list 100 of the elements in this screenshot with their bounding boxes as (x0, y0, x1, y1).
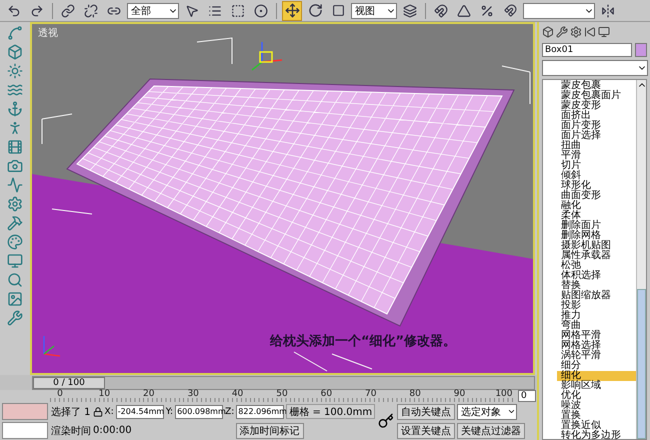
palette-icon[interactable] (7, 234, 23, 250)
image-icon[interactable] (7, 291, 23, 307)
modifier-list-dropdown[interactable] (542, 60, 648, 76)
object-color-swatch[interactable] (635, 43, 647, 57)
object-name-field[interactable]: Box01 (542, 43, 632, 57)
auto-key-button[interactable]: 自动关键点 (397, 404, 456, 420)
modifier-list-item[interactable]: 投影 (557, 301, 636, 311)
current-frame-field[interactable]: 0 (518, 390, 536, 402)
waves-icon[interactable] (7, 82, 23, 98)
film-icon[interactable] (7, 139, 23, 155)
modifier-list-item[interactable]: 倾斜 (557, 171, 636, 181)
skip-back-icon[interactable] (584, 26, 596, 38)
lock-icon[interactable] (92, 406, 103, 416)
camera-icon[interactable] (7, 158, 23, 174)
key-filters-button[interactable]: 关键点过滤器 (457, 422, 526, 438)
named-selection-dropdown[interactable] (523, 2, 595, 18)
create-tab-icon[interactable] (542, 26, 554, 38)
modifier-list-item[interactable]: 影响区域 (557, 381, 636, 391)
add-time-tag-button[interactable]: 添加时间标记 (236, 422, 304, 438)
z-coordinate-field[interactable]: 822.096mm (236, 404, 284, 418)
script-listener-field[interactable] (2, 403, 48, 420)
link-icon (61, 4, 75, 18)
tick-label: 10 (98, 390, 112, 401)
tick-label: 20 (142, 390, 156, 401)
render-time-label: 渲染时间 (51, 424, 91, 438)
modifier-list-item[interactable]: 曲面变形 (557, 191, 636, 201)
layers-icon (403, 4, 417, 18)
modifier-list-item[interactable]: 球形化 (557, 181, 636, 191)
modifier-list-item[interactable]: 柔体 (557, 211, 636, 221)
redo-icon (30, 4, 44, 18)
modifier-list-item[interactable]: 置换 (557, 411, 636, 421)
x-label: X: (104, 406, 114, 416)
selection-count: 选择了 1 (51, 406, 91, 418)
magnet-icon (434, 4, 448, 18)
monitor-icon[interactable] (7, 253, 23, 269)
y-label: Y: (166, 406, 174, 416)
tick-label: 50 (275, 390, 289, 401)
set-key-button[interactable]: 设置关键点 (397, 422, 456, 438)
modifier-list-item[interactable]: 弯曲 (557, 321, 636, 331)
modifier-list-item[interactable]: 蒙皮变形 (557, 101, 636, 111)
modifier-list-item[interactable]: 摄影机贴图 (557, 241, 636, 251)
hammer-icon[interactable] (7, 215, 23, 231)
anchor-icon[interactable] (7, 101, 23, 117)
modifier-list-item[interactable]: 删除网格 (557, 231, 636, 241)
unlink-icon (84, 4, 98, 18)
time-slider-thumb[interactable]: 0 / 100 (33, 376, 105, 388)
modifier-list-item[interactable]: 细分 (557, 361, 636, 371)
modifier-list-item[interactable]: 蒙皮包裹面片 (557, 91, 636, 101)
modifier-list-item[interactable]: 优化 (557, 391, 636, 401)
search-icon[interactable] (7, 272, 23, 288)
modify-tab-icon[interactable] (556, 26, 568, 38)
perspective-viewport[interactable]: 透视 给枕头添加一个“细化”修改器。 (30, 22, 535, 375)
modifier-list-item[interactable]: 切片 (557, 161, 636, 171)
reference-coord-dropdown[interactable]: 视图 (351, 2, 397, 18)
sun-icon[interactable] (7, 63, 23, 79)
modifier-list-item[interactable]: 删除面片 (557, 221, 636, 231)
modifier-list-item[interactable]: 推力 (557, 311, 636, 321)
grid-size-readout: 栅格 = 100.0mm (286, 404, 376, 419)
move-icon (284, 3, 300, 18)
key-mode-dropdown[interactable]: 选定对象 (457, 404, 518, 420)
modifier-list-item[interactable]: 面片变形 (557, 121, 636, 131)
box-icon[interactable] (7, 44, 23, 60)
cursor-icon (185, 4, 199, 18)
transform-tool-button[interactable] (282, 0, 302, 20)
modifier-list-item[interactable]: 松弛 (557, 261, 636, 271)
transform-gizmo-icon (252, 42, 282, 71)
modifier-list-item[interactable]: 面挤出 (557, 111, 636, 121)
pulse-icon[interactable] (7, 177, 23, 193)
tick-label: 40 (230, 390, 244, 401)
modifier-list-item[interactable]: 网格选择 (557, 341, 636, 351)
x-coordinate-field[interactable]: -204.54mm (116, 404, 164, 418)
modifier-list-item[interactable]: 体积选择 (557, 271, 636, 281)
modifier-list-item[interactable]: 替换 (557, 281, 636, 291)
axis-tripod-icon (43, 336, 60, 357)
modifier-list-item[interactable]: 涡轮平滑 (557, 351, 636, 361)
render-time-value: 0:00:00 (93, 425, 132, 436)
modifier-list-item[interactable]: 属性承载器 (557, 251, 636, 261)
modifier-list-item[interactable]: 置换近似 (557, 421, 636, 431)
wrench-icon[interactable] (7, 310, 23, 326)
square-icon (332, 4, 344, 17)
selection-filter-dropdown[interactable]: 全部 (127, 2, 179, 18)
tick-label: 0 (56, 390, 64, 401)
modifier-list-item[interactable]: 平滑 (557, 151, 636, 161)
script-input-field[interactable] (2, 422, 48, 439)
modifier-list-item[interactable]: 扭曲 (557, 141, 636, 151)
key-icon[interactable] (378, 413, 394, 429)
tick-label: 100 (494, 390, 514, 401)
modifier-list-item[interactable]: 面片选择 (557, 131, 636, 141)
modifier-list-item[interactable]: 网格平滑 (557, 331, 636, 341)
y-coordinate-field[interactable]: 600.098mm (175, 404, 224, 418)
settings-tab-icon[interactable] (570, 26, 582, 38)
modifier-list-item[interactable]: 贴图缩放器 (557, 291, 636, 301)
modifier-list-item[interactable]: 融化 (557, 201, 636, 211)
spline-icon[interactable] (7, 25, 23, 41)
modifier-list-item[interactable]: 噪波 (557, 401, 636, 411)
gear-icon[interactable] (7, 196, 23, 212)
display-tab-icon[interactable] (598, 26, 610, 38)
time-slider[interactable]: 0 / 100 (32, 376, 535, 390)
modifier-list-item[interactable]: 细化 (557, 371, 636, 381)
scrollbar-thumb[interactable] (637, 289, 646, 439)
